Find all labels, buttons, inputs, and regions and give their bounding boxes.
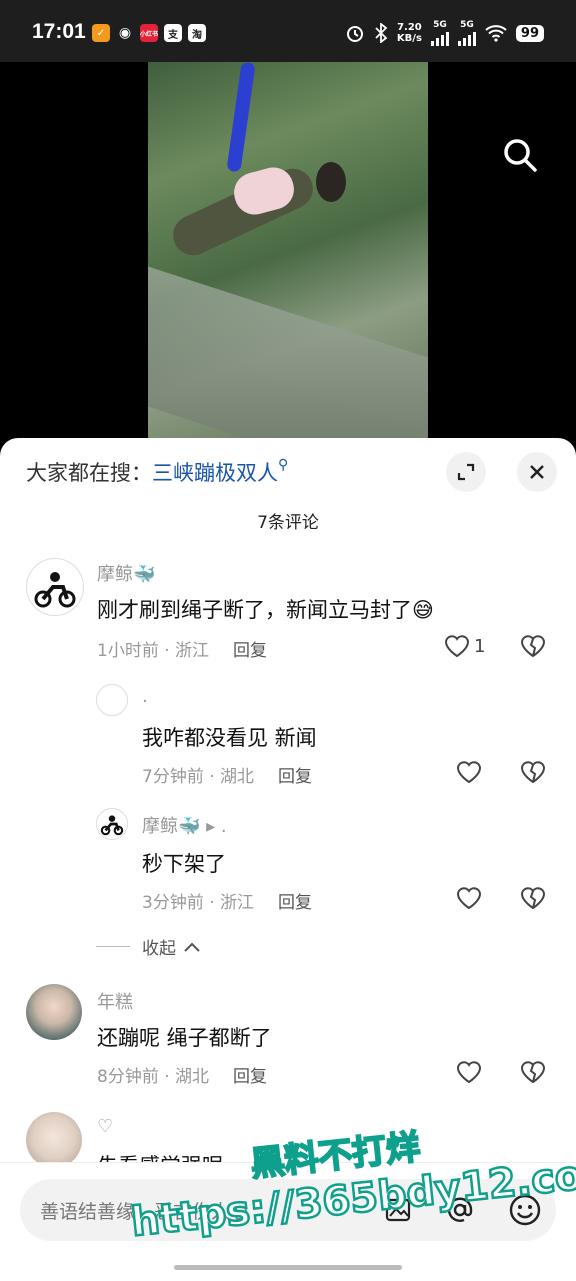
broken-heart-icon[interactable]	[520, 886, 546, 910]
xiaohongshu-icon: 小红书	[140, 24, 158, 42]
emoji-icon[interactable]	[508, 1193, 542, 1227]
heart-icon[interactable]	[456, 760, 482, 784]
wechat-icon: ◉	[116, 24, 134, 42]
jumper-head	[316, 162, 346, 202]
signal-2: 5G	[457, 20, 476, 46]
comment-username[interactable]: 摩鲸🐳	[97, 560, 155, 586]
status-time: 17:01	[32, 20, 86, 43]
wifi-icon	[485, 25, 507, 42]
like-button[interactable]: 1	[444, 634, 485, 658]
taobao-icon: 淘	[188, 24, 206, 42]
home-indicator[interactable]	[174, 1265, 402, 1270]
avatar[interactable]	[26, 1112, 82, 1168]
reply-button[interactable]: 回复	[278, 767, 312, 787]
comment-meta: 8分钟前 · 湖北 回复	[97, 1067, 268, 1087]
heart-icon	[444, 635, 470, 658]
comment-username[interactable]: .	[142, 686, 148, 707]
hot-search-prefix: 大家都在搜：	[26, 461, 152, 485]
reply-button[interactable]: 回复	[278, 893, 312, 913]
comment-input-placeholder: 善语结善缘，恶言伤人心	[40, 1201, 250, 1223]
status-right: 7.20 KB/s 5G 5G 99	[345, 20, 544, 46]
comment-text: 我咋都没看见 新闻	[142, 726, 317, 750]
expand-icon	[457, 463, 475, 481]
heart-icon[interactable]	[456, 886, 482, 910]
avatar[interactable]	[96, 684, 128, 716]
comment-text: 还蹦呢 绳子都断了	[97, 1026, 272, 1050]
motorcycle-avatar-icon	[34, 572, 76, 608]
comment-text: 秒下架了	[142, 852, 226, 876]
signal-1: 5G	[430, 20, 449, 46]
network-speed: 7.20 KB/s	[396, 22, 422, 44]
reply-button[interactable]: 回复	[233, 1067, 267, 1087]
comment-username[interactable]: ♡	[97, 1116, 113, 1137]
hot-search-keyword[interactable]: 三峡蹦极双人	[152, 461, 278, 485]
alipay-icon: 支	[164, 24, 182, 42]
app-orange-icon: ✓	[92, 24, 110, 42]
bungee-cord	[226, 62, 256, 173]
comment-input[interactable]: 善语结善缘，恶言伤人心	[20, 1179, 556, 1241]
close-button[interactable]	[517, 452, 557, 492]
comment-sheet: 大家都在搜：三峡蹦极双人⚲ 7条评论 摩鲸🐳 刚才刷到绳子断了，新闻立马封了😅 …	[0, 438, 576, 1281]
video-rock-background	[148, 266, 428, 442]
signal-bars-icon	[430, 30, 449, 46]
reply-to-indicator: ▸ .	[206, 816, 227, 837]
reply-item: 摩鲸🐳 ▸ . 秒下架了 3分钟前 · 浙江 回复	[0, 806, 576, 926]
motorcycle-avatar-icon	[100, 815, 124, 836]
avatar[interactable]	[26, 558, 84, 616]
bluetooth-icon	[375, 23, 388, 43]
broken-heart-icon[interactable]	[520, 760, 546, 784]
status-bar: 17:01 ✓ ◉ 小红书 支 淘 7.20 KB/s 5G 5G 99	[0, 0, 576, 62]
comment-username[interactable]: 摩鲸🐳 ▸ .	[142, 812, 227, 838]
avatar[interactable]	[96, 808, 128, 840]
divider	[96, 946, 130, 947]
reply-item: . 我咋都没看见 新闻 7分钟前 · 湖北 回复	[0, 680, 576, 800]
comment-item: 摩鲸🐳 刚才刷到绳子断了，新闻立马封了😅 1小时前 · 浙江 回复 1	[0, 554, 576, 674]
like-count: 1	[474, 635, 486, 657]
avatar[interactable]	[26, 984, 82, 1040]
broken-heart-icon[interactable]	[520, 634, 546, 658]
comment-meta: 7分钟前 · 湖北 回复	[142, 767, 313, 787]
signal-bars-icon	[457, 30, 476, 46]
comment-text: 刚才刷到绳子断了，新闻立马封了😅	[97, 598, 434, 622]
search-icon[interactable]	[502, 137, 538, 173]
comment-meta: 1小时前 · 浙江 回复	[97, 641, 268, 661]
reply-button[interactable]: 回复	[233, 641, 267, 661]
comment-username[interactable]: 年糕	[97, 988, 133, 1014]
comment-count: 7条评论	[257, 513, 319, 533]
video-frame[interactable]	[148, 62, 428, 442]
comment-meta: 3分钟前 · 浙江 回复	[142, 893, 313, 913]
comment-item: 年糕 还蹦呢 绳子都断了 8分钟前 · 湖北 回复	[0, 984, 576, 1104]
video-player[interactable]	[0, 62, 576, 442]
alarm-icon	[346, 26, 363, 42]
battery-level: 99	[515, 24, 544, 42]
collapse-replies-button[interactable]: 收起	[96, 934, 200, 959]
broken-heart-icon[interactable]	[520, 1060, 546, 1084]
comment-input-bar: 善语结善缘，恶言伤人心	[0, 1162, 576, 1281]
hot-search[interactable]: 大家都在搜：三峡蹦极双人⚲	[26, 457, 288, 487]
close-icon	[530, 465, 544, 479]
status-app-icons: ✓ ◉ 小红书 支 淘	[92, 24, 206, 42]
chevron-up-icon	[184, 942, 200, 952]
image-icon[interactable]	[384, 1196, 412, 1224]
mention-icon[interactable]	[444, 1194, 476, 1226]
search-small-icon: ⚲	[278, 457, 289, 473]
expand-button[interactable]	[446, 452, 486, 492]
heart-icon[interactable]	[456, 1060, 482, 1084]
comment-item: ♡ 先看感觉强呢	[0, 1110, 576, 1170]
